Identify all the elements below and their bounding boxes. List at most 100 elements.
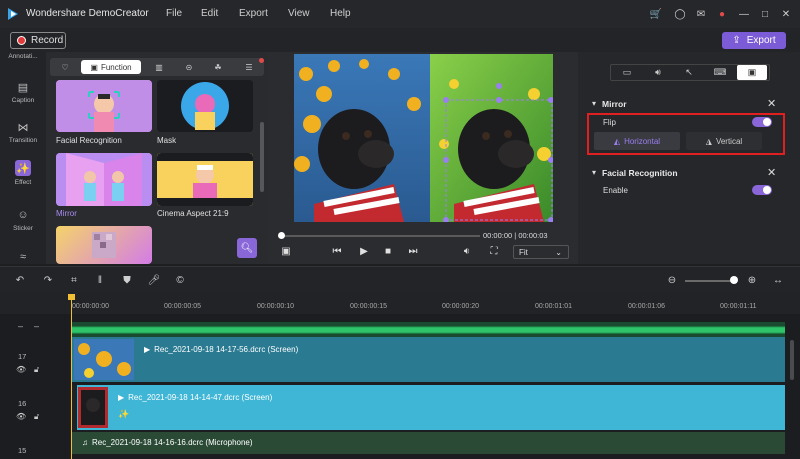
next-frame-icon[interactable]: ⏭︎	[406, 244, 420, 258]
cursor-prop-tab-icon[interactable]: ↖	[674, 65, 704, 80]
playback-progress-bar[interactable]	[280, 235, 480, 237]
menu-view[interactable]: View	[288, 8, 310, 19]
lock-icon[interactable]: 🔓︎	[34, 412, 39, 422]
record-button[interactable]: Record	[10, 32, 66, 49]
split-icon[interactable]: ‖	[94, 274, 106, 286]
microphone-icon[interactable]: 🎤︎	[148, 274, 161, 286]
clip-name: ▶︎ Rec_2021-09-18 14-14-47.dcrc (Screen)	[118, 393, 272, 402]
audio-waveform-clip[interactable]	[72, 322, 785, 338]
remove-mirror-icon[interactable]: ✕	[767, 97, 776, 110]
effect-prop-tab-icon[interactable]: ▣	[737, 65, 767, 80]
previous-frame-icon[interactable]: ⏮︎	[330, 244, 344, 258]
effect-thumb-facial-recognition[interactable]	[56, 80, 152, 132]
fit-dropdown[interactable]: Fit ⌄	[513, 245, 569, 259]
export-icon: ⇪	[732, 35, 741, 46]
enable-label: Enable	[603, 186, 628, 195]
timeline-scrollbar[interactable]	[790, 340, 794, 380]
flip-horizontal-button[interactable]: ◭ Horizontal	[594, 132, 680, 150]
effect-label: Facial Recognition	[56, 136, 122, 145]
sidebar-item-annotation[interactable]: Annotati...	[0, 53, 46, 60]
effect-thumb-cinema-aspect[interactable]	[157, 153, 253, 206]
flip-vertical-button[interactable]: ◮ Vertical	[686, 132, 762, 150]
tab-function-label: Function	[100, 62, 132, 72]
video-preview[interactable]	[294, 54, 553, 222]
time-total: 00:00:03	[518, 231, 548, 240]
audio-prop-tab-icon[interactable]: 🔊︎	[643, 65, 673, 80]
tab-camera-icon[interactable]: ⊝	[180, 60, 198, 74]
fit-label: Fit	[519, 247, 528, 257]
enable-toggle[interactable]	[752, 185, 772, 195]
zoom-in-icon[interactable]: ⊕	[746, 274, 758, 286]
stop-icon[interactable]: ■	[381, 244, 395, 258]
copyright-icon[interactable]: ©	[174, 274, 186, 286]
effect-thumb-mask[interactable]	[157, 80, 253, 132]
flip-vertical-icon: ◮	[705, 136, 712, 146]
volume-icon[interactable]: 🔉︎	[460, 244, 474, 258]
shield-icon[interactable]: ⛊	[121, 274, 133, 286]
zoom-slider[interactable]	[685, 280, 735, 282]
play-icon[interactable]: ▶︎	[357, 244, 371, 258]
timeline-ruler[interactable]	[0, 292, 800, 314]
minimize-icon[interactable]: —	[736, 6, 752, 22]
playback-progress-handle[interactable]	[278, 232, 285, 239]
flip-toggle[interactable]	[752, 117, 772, 127]
account-icon[interactable]: ◯	[672, 6, 688, 22]
tab-frame-icon[interactable]: ▥	[150, 60, 168, 74]
fullscreen-icon[interactable]: ⛶	[487, 244, 501, 258]
playhead[interactable]	[71, 294, 72, 459]
sidebar-item-audio[interactable]: ≈	[0, 250, 46, 264]
notification-icon[interactable]: ●	[714, 6, 730, 22]
tab-shapes-icon[interactable]: ☘	[209, 60, 227, 74]
lock-icon[interactable]: 🔓︎	[34, 365, 39, 375]
sidebar-item-sticker[interactable]: ☺ Sticker	[0, 208, 46, 232]
collapse-icon[interactable]: ▾	[592, 168, 596, 177]
tab-menu-icon[interactable]: ☰	[240, 60, 258, 74]
menu-edit[interactable]: Edit	[201, 8, 218, 19]
close-window-icon[interactable]: ✕	[778, 6, 794, 22]
clip-thumbnail	[78, 387, 108, 428]
collapse-icon[interactable]: ▾	[592, 99, 596, 108]
screen-clip-icon: ▶︎	[144, 345, 151, 354]
sidebar-item-label: Effect	[14, 179, 32, 186]
menu-help[interactable]: Help	[330, 8, 351, 19]
sidebar-item-label: Sticker	[13, 225, 33, 232]
mail-icon[interactable]: ✉	[693, 6, 709, 22]
visibility-eye-icon[interactable]: 👁︎	[16, 365, 26, 374]
remove-facial-icon[interactable]: ✕	[767, 166, 776, 179]
cart-icon[interactable]: 🛒	[648, 6, 664, 22]
undo-icon[interactable]: ↶	[14, 274, 26, 286]
tab-function[interactable]: ▣ Function	[81, 60, 141, 74]
visibility-eye-icon[interactable]: 👁︎	[16, 412, 26, 421]
music-note-icon: ♫	[82, 438, 88, 447]
sidebar-item-effect[interactable]: ✨ Effect	[0, 160, 46, 186]
clip-trim-handle[interactable]	[72, 385, 77, 430]
maximize-icon[interactable]: □	[757, 6, 773, 22]
snapshot-icon[interactable]: ▣	[279, 244, 293, 258]
playhead-handle[interactable]	[68, 294, 75, 300]
screen-clip[interactable]: ▶︎ Rec_2021-09-18 14-17-56.dcrc (Screen)	[72, 337, 785, 382]
screen-clip-selected[interactable]: ▶︎ Rec_2021-09-18 14-14-47.dcrc (Screen)…	[72, 385, 785, 430]
menu-export[interactable]: Export	[239, 8, 268, 19]
effect-label: Cinema Aspect 21:9	[157, 209, 229, 218]
zoom-out-icon[interactable]: ⊖	[666, 274, 678, 286]
sidebar-item-transition[interactable]: ⋈ Transition	[0, 120, 46, 145]
effect-thumb-mirror[interactable]	[56, 153, 152, 206]
favorite-tab-icon[interactable]: ♡	[56, 60, 74, 74]
sidebar-item-caption[interactable]: ▤ Caption	[0, 80, 46, 105]
export-button[interactable]: ⇪ Export	[722, 32, 786, 49]
library-search-icon[interactable]: 🔍︎	[237, 238, 257, 258]
video-prop-tab-icon[interactable]: ▭	[612, 65, 642, 80]
zoom-slider-handle[interactable]	[730, 276, 738, 284]
fit-timeline-icon[interactable]: ↔	[772, 274, 784, 286]
crop-icon[interactable]: ⌗	[68, 274, 80, 286]
library-scrollbar[interactable]	[260, 122, 264, 192]
caption-prop-tab-icon[interactable]: ⌨	[705, 65, 735, 80]
time-readout: 00:00:00 | 00:00:03	[483, 231, 548, 240]
effect-label-selected: Mirror	[56, 209, 77, 218]
menu-file[interactable]: File	[166, 8, 182, 19]
redo-icon[interactable]: ↷	[42, 274, 54, 286]
chevron-down-icon: ⌄	[555, 247, 562, 257]
audio-clip[interactable]: ♫ Rec_2021-09-18 14-16-16.dcrc (Micropho…	[72, 432, 785, 454]
flip-vertical-label: Vertical	[715, 136, 743, 146]
effect-thumb-mosaic[interactable]	[56, 226, 152, 264]
